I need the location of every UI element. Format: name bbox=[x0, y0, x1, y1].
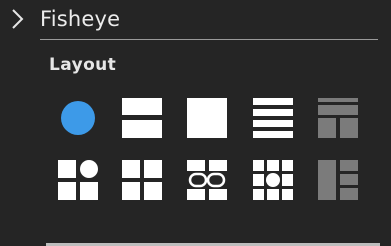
layout-single-square-icon bbox=[187, 98, 227, 138]
layout-four-rows-button[interactable] bbox=[251, 96, 295, 140]
layout-nine-with-circle-icon bbox=[253, 160, 293, 200]
layout-quad-linked-button[interactable] bbox=[185, 158, 229, 202]
layout-single-square-button[interactable] bbox=[185, 96, 229, 140]
layout-quad-with-circle-button[interactable] bbox=[56, 158, 100, 202]
layout-quad-button[interactable] bbox=[120, 158, 164, 202]
section-title: Fisheye bbox=[40, 7, 121, 31]
layout-single-circle-icon bbox=[61, 101, 95, 135]
layout-quad-icon bbox=[122, 160, 162, 200]
layout-quad-linked-icon bbox=[187, 160, 227, 200]
layout-quad-with-circle-icon bbox=[58, 160, 98, 200]
layout-one-large-two-right-button[interactable] bbox=[316, 158, 360, 202]
layout-two-rows-button[interactable] bbox=[120, 96, 164, 140]
layout-single-circle-button[interactable] bbox=[56, 96, 100, 140]
layout-group-label: Layout bbox=[49, 55, 117, 75]
layout-nine-with-circle-button[interactable] bbox=[251, 158, 295, 202]
chevron-right-icon[interactable] bbox=[9, 6, 27, 32]
layout-two-rows-icon bbox=[122, 98, 162, 138]
layout-one-large-two-right-icon bbox=[318, 160, 358, 200]
layout-one-top-two-bottom-icon bbox=[318, 98, 358, 138]
fisheye-section-header[interactable]: Fisheye bbox=[0, 0, 391, 44]
header-divider bbox=[40, 39, 378, 40]
layout-four-rows-icon bbox=[253, 98, 293, 138]
layout-one-top-two-bottom-button[interactable] bbox=[316, 96, 360, 140]
